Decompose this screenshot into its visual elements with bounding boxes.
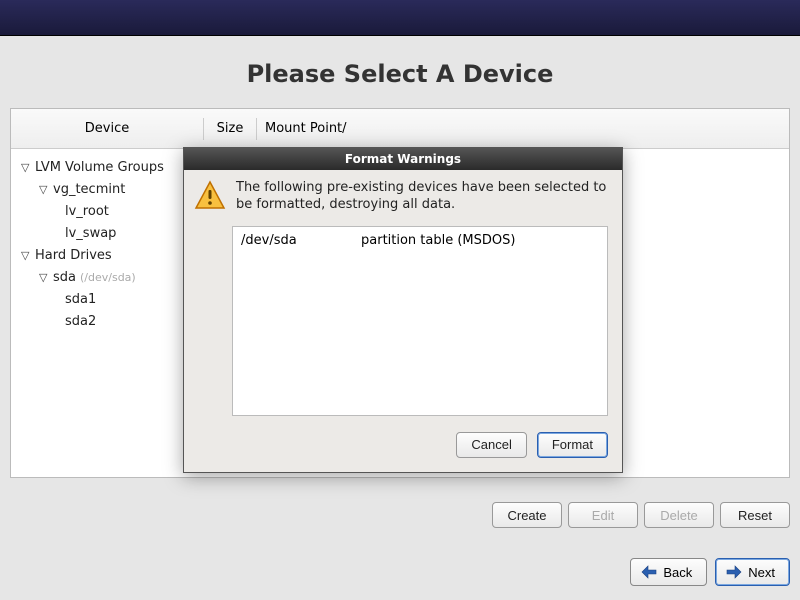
next-button[interactable]: Next [715, 558, 790, 586]
next-label: Next [748, 565, 775, 580]
tree-label: LVM Volume Groups [35, 157, 164, 179]
nav-button-row: Back Next [630, 558, 790, 586]
reset-button[interactable]: Reset [720, 502, 790, 528]
expand-toggle-icon[interactable]: ▽ [21, 157, 35, 179]
cancel-button[interactable]: Cancel [456, 432, 526, 458]
format-button[interactable]: Format [537, 432, 608, 458]
dialog-message: The following pre-existing devices have … [236, 180, 608, 214]
panel-button-row: Create Edit Delete Reset [492, 502, 790, 528]
device-desc: partition table (MSDOS) [361, 233, 515, 248]
device-path-sub: (/dev/sda) [80, 267, 136, 289]
warning-icon [194, 180, 226, 212]
device-warning-row: /dev/sda partition table (MSDOS) [241, 233, 599, 248]
dialog-body: The following pre-existing devices have … [184, 170, 622, 218]
tree-label: vg_tecmint [53, 179, 125, 201]
create-button[interactable]: Create [492, 502, 562, 528]
window-header-bar [0, 0, 800, 36]
column-size[interactable]: Size [204, 121, 256, 136]
expand-toggle-icon[interactable]: ▽ [39, 179, 53, 201]
delete-button: Delete [644, 502, 714, 528]
tree-label: lv_root [65, 201, 109, 223]
arrow-right-icon [726, 565, 742, 579]
arrow-left-icon [641, 565, 657, 579]
back-button[interactable]: Back [630, 558, 707, 586]
tree-label: sda [53, 267, 76, 289]
column-mount-point[interactable]: Mount Point/ [257, 121, 347, 136]
table-header: Device Size Mount Point/ [11, 109, 789, 149]
format-warnings-dialog: Format Warnings The following pre-existi… [183, 147, 623, 473]
tree-label: sda1 [65, 289, 96, 311]
page-title: Please Select A Device [0, 36, 800, 108]
expand-toggle-icon[interactable]: ▽ [21, 245, 35, 267]
back-label: Back [663, 565, 692, 580]
dialog-button-row: Cancel Format [184, 422, 622, 472]
device-path: /dev/sda [241, 233, 361, 248]
tree-label: Hard Drives [35, 245, 112, 267]
expand-toggle-icon[interactable]: ▽ [39, 267, 53, 289]
tree-label: sda2 [65, 311, 96, 333]
tree-label: lv_swap [65, 223, 116, 245]
column-device[interactable]: Device [11, 121, 203, 136]
dialog-title: Format Warnings [184, 148, 622, 170]
edit-button: Edit [568, 502, 638, 528]
device-warning-list: /dev/sda partition table (MSDOS) [232, 226, 608, 416]
